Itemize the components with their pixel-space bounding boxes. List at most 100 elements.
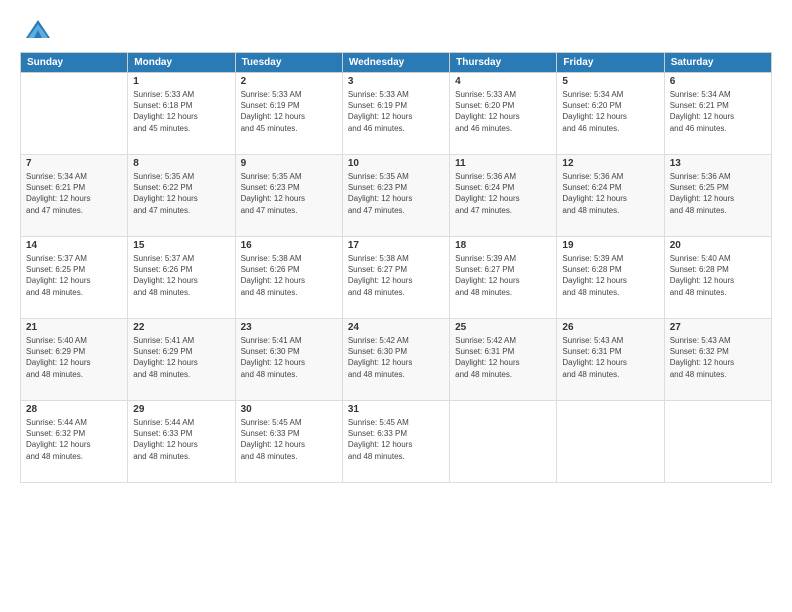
calendar-cell xyxy=(21,73,128,155)
calendar-cell xyxy=(557,401,664,483)
calendar-cell: 7 Sunrise: 5:34 AMSunset: 6:21 PMDaylight… xyxy=(21,155,128,237)
day-info: Sunrise: 5:36 AMSunset: 6:24 PMDaylight:… xyxy=(562,171,658,216)
day-info: Sunrise: 5:45 AMSunset: 6:33 PMDaylight:… xyxy=(348,417,444,462)
calendar-cell: 23Sunrise: 5:41 AMSunset: 6:30 PMDayligh… xyxy=(235,319,342,401)
calendar-cell: 31 Sunrise: 5:45 AMSunset: 6:33 PMDayligh… xyxy=(342,401,449,483)
day-number: 25 xyxy=(455,322,551,333)
calendar-cell: 21Sunrise: 5:40 AMSunset: 6:29 PMDayligh… xyxy=(21,319,128,401)
day-number: 13 xyxy=(670,158,766,169)
day-info: Sunrise: 5:34 AMSunset: 6:21 PMDaylight:… xyxy=(26,171,122,216)
day-info: Sunrise: 5:33 AMSunset: 6:20 PMDaylight:… xyxy=(455,89,551,134)
calendar-cell: 29Sunrise: 5:44 AMSunset: 6:33 PMDayligh… xyxy=(128,401,235,483)
calendar-cell: 2 Sunrise: 5:33 AMSunset: 6:19 PMDaylight… xyxy=(235,73,342,155)
calendar-cell: 8 Sunrise: 5:35 AMSunset: 6:22 PMDaylight… xyxy=(128,155,235,237)
week-row-2: 14Sunrise: 5:37 AMSunset: 6:25 PMDayligh… xyxy=(21,237,772,319)
day-number: 16 xyxy=(241,240,337,251)
day-number: 17 xyxy=(348,240,444,251)
calendar-cell: 3Sunrise: 5:33 AMSunset: 6:19 PMDaylight… xyxy=(342,73,449,155)
day-number: 11 xyxy=(455,158,551,169)
calendar-body: 1Sunrise: 5:33 AMSunset: 6:18 PMDaylight… xyxy=(21,73,772,483)
day-number: 12 xyxy=(562,158,658,169)
day-number: 26 xyxy=(562,322,658,333)
week-row-4: 28Sunrise: 5:44 AMSunset: 6:32 PMDayligh… xyxy=(21,401,772,483)
calendar-cell: 28Sunrise: 5:44 AMSunset: 6:32 PMDayligh… xyxy=(21,401,128,483)
header-day-thursday: Thursday xyxy=(450,53,557,73)
calendar-header: SundayMondayTuesdayWednesdayThursdayFrid… xyxy=(21,53,772,73)
day-info: Sunrise: 5:43 AMSunset: 6:32 PMDaylight:… xyxy=(670,335,766,380)
day-number: 5 xyxy=(562,76,658,87)
day-info: Sunrise: 5:34 AMSunset: 6:20 PMDaylight:… xyxy=(562,89,658,134)
day-number: 31 xyxy=(348,404,444,415)
day-number: 23 xyxy=(241,322,337,333)
logo xyxy=(20,16,52,44)
day-info: Sunrise: 5:39 AMSunset: 6:28 PMDaylight:… xyxy=(562,253,658,298)
calendar-cell: 22Sunrise: 5:41 AMSunset: 6:29 PMDayligh… xyxy=(128,319,235,401)
calendar-cell: 30 Sunrise: 5:45 AMSunset: 6:33 PMDayligh… xyxy=(235,401,342,483)
calendar-cell: 18 Sunrise: 5:39 AMSunset: 6:27 PMDayligh… xyxy=(450,237,557,319)
day-info: Sunrise: 5:38 AMSunset: 6:26 PMDaylight:… xyxy=(241,253,337,298)
day-number: 24 xyxy=(348,322,444,333)
header-day-saturday: Saturday xyxy=(664,53,771,73)
header-day-wednesday: Wednesday xyxy=(342,53,449,73)
calendar-cell: 26 Sunrise: 5:43 AMSunset: 6:31 PMDayligh… xyxy=(557,319,664,401)
day-number: 15 xyxy=(133,240,229,251)
day-info: Sunrise: 5:34 AMSunset: 6:21 PMDaylight:… xyxy=(670,89,766,134)
day-info: Sunrise: 5:36 AMSunset: 6:25 PMDaylight:… xyxy=(670,171,766,216)
day-info: Sunrise: 5:33 AMSunset: 6:19 PMDaylight:… xyxy=(348,89,444,134)
day-number: 30 xyxy=(241,404,337,415)
day-number: 7 xyxy=(26,158,122,169)
day-number: 8 xyxy=(133,158,229,169)
calendar-cell: 9Sunrise: 5:35 AMSunset: 6:23 PMDaylight… xyxy=(235,155,342,237)
calendar-cell: 4 Sunrise: 5:33 AMSunset: 6:20 PMDaylight… xyxy=(450,73,557,155)
calendar-cell: 16 Sunrise: 5:38 AMSunset: 6:26 PMDayligh… xyxy=(235,237,342,319)
calendar-cell: 10 Sunrise: 5:35 AMSunset: 6:23 PMDayligh… xyxy=(342,155,449,237)
day-number: 4 xyxy=(455,76,551,87)
day-info: Sunrise: 5:44 AMSunset: 6:33 PMDaylight:… xyxy=(133,417,229,462)
header-day-friday: Friday xyxy=(557,53,664,73)
day-number: 28 xyxy=(26,404,122,415)
day-info: Sunrise: 5:42 AMSunset: 6:30 PMDaylight:… xyxy=(348,335,444,380)
header-day-tuesday: Tuesday xyxy=(235,53,342,73)
day-info: Sunrise: 5:41 AMSunset: 6:29 PMDaylight:… xyxy=(133,335,229,380)
calendar-cell: 5 Sunrise: 5:34 AMSunset: 6:20 PMDaylight… xyxy=(557,73,664,155)
day-info: Sunrise: 5:37 AMSunset: 6:26 PMDaylight:… xyxy=(133,253,229,298)
day-number: 14 xyxy=(26,240,122,251)
day-info: Sunrise: 5:43 AMSunset: 6:31 PMDaylight:… xyxy=(562,335,658,380)
calendar-cell: 20Sunrise: 5:40 AMSunset: 6:28 PMDayligh… xyxy=(664,237,771,319)
day-info: Sunrise: 5:40 AMSunset: 6:29 PMDaylight:… xyxy=(26,335,122,380)
calendar-cell: 19 Sunrise: 5:39 AMSunset: 6:28 PMDayligh… xyxy=(557,237,664,319)
day-number: 6 xyxy=(670,76,766,87)
day-number: 27 xyxy=(670,322,766,333)
calendar-cell: 11 Sunrise: 5:36 AMSunset: 6:24 PMDayligh… xyxy=(450,155,557,237)
week-row-1: 7 Sunrise: 5:34 AMSunset: 6:21 PMDaylight… xyxy=(21,155,772,237)
day-number: 10 xyxy=(348,158,444,169)
calendar-cell xyxy=(664,401,771,483)
calendar-cell: 13 Sunrise: 5:36 AMSunset: 6:25 PMDayligh… xyxy=(664,155,771,237)
day-number: 18 xyxy=(455,240,551,251)
day-info: Sunrise: 5:36 AMSunset: 6:24 PMDaylight:… xyxy=(455,171,551,216)
day-info: Sunrise: 5:38 AMSunset: 6:27 PMDaylight:… xyxy=(348,253,444,298)
calendar-cell: 1Sunrise: 5:33 AMSunset: 6:18 PMDaylight… xyxy=(128,73,235,155)
day-info: Sunrise: 5:35 AMSunset: 6:23 PMDaylight:… xyxy=(348,171,444,216)
day-info: Sunrise: 5:45 AMSunset: 6:33 PMDaylight:… xyxy=(241,417,337,462)
header-day-monday: Monday xyxy=(128,53,235,73)
calendar: SundayMondayTuesdayWednesdayThursdayFrid… xyxy=(20,52,772,483)
day-number: 1 xyxy=(133,76,229,87)
week-row-0: 1Sunrise: 5:33 AMSunset: 6:18 PMDaylight… xyxy=(21,73,772,155)
header-row: SundayMondayTuesdayWednesdayThursdayFrid… xyxy=(21,53,772,73)
day-info: Sunrise: 5:42 AMSunset: 6:31 PMDaylight:… xyxy=(455,335,551,380)
day-info: Sunrise: 5:35 AMSunset: 6:22 PMDaylight:… xyxy=(133,171,229,216)
day-number: 2 xyxy=(241,76,337,87)
day-number: 19 xyxy=(562,240,658,251)
calendar-cell: 6 Sunrise: 5:34 AMSunset: 6:21 PMDaylight… xyxy=(664,73,771,155)
day-info: Sunrise: 5:33 AMSunset: 6:19 PMDaylight:… xyxy=(241,89,337,134)
calendar-cell: 12 Sunrise: 5:36 AMSunset: 6:24 PMDayligh… xyxy=(557,155,664,237)
day-number: 9 xyxy=(241,158,337,169)
calendar-cell: 27 Sunrise: 5:43 AMSunset: 6:32 PMDayligh… xyxy=(664,319,771,401)
header-day-sunday: Sunday xyxy=(21,53,128,73)
day-info: Sunrise: 5:39 AMSunset: 6:27 PMDaylight:… xyxy=(455,253,551,298)
calendar-cell: 15 Sunrise: 5:37 AMSunset: 6:26 PMDayligh… xyxy=(128,237,235,319)
calendar-cell: 17 Sunrise: 5:38 AMSunset: 6:27 PMDayligh… xyxy=(342,237,449,319)
calendar-cell xyxy=(450,401,557,483)
day-number: 20 xyxy=(670,240,766,251)
